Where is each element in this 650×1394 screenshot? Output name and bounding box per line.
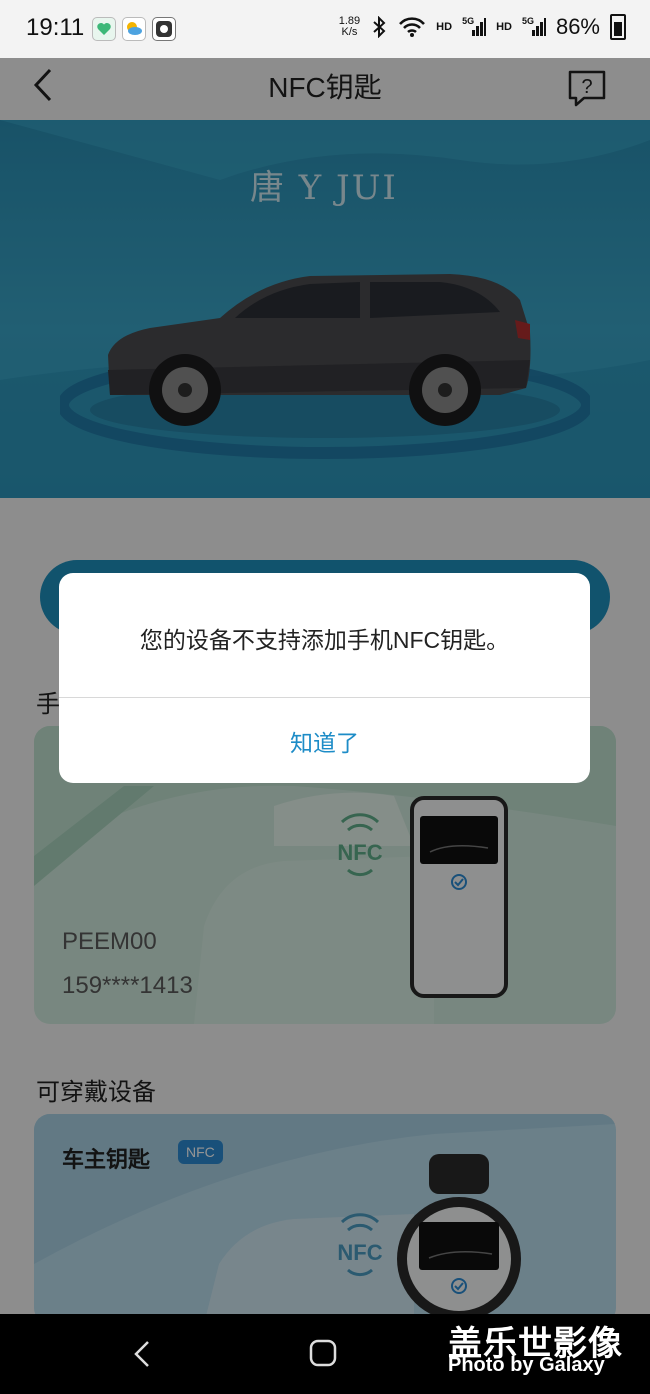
health-app-icon [92, 17, 116, 41]
wifi-icon [399, 17, 426, 37]
dialog-confirm-button[interactable]: 知道了 [59, 698, 590, 783]
signal-type-1: 5G [462, 16, 475, 26]
alert-dialog: 您的设备不支持添加手机NFC钥匙。 知道了 [59, 573, 590, 783]
hd-label-2: HD [496, 21, 512, 33]
home-icon [309, 1339, 337, 1367]
signal-icon-1: 5G [462, 16, 487, 38]
battery-icon [610, 14, 626, 40]
signal-type-2: 5G [521, 16, 534, 26]
hd-label-1: HD [436, 21, 453, 33]
system-home-button[interactable] [306, 1334, 340, 1372]
watermark-subtitle: Photo by Galaxy [448, 1354, 605, 1376]
dialog-message: 您的设备不支持添加手机NFC钥匙。 [139, 627, 510, 653]
weather-app-icon [122, 17, 146, 41]
camera-app-icon [152, 17, 176, 41]
bluetooth-icon [373, 16, 386, 38]
chevron-left-icon [134, 1341, 149, 1367]
battery-percent: 86% [555, 14, 600, 39]
net-speed: 1.89 K/s [339, 16, 360, 38]
net-speed-unit: K/s [341, 26, 358, 38]
status-right-group: 1.89 K/s HD 5G HD 5G 86% [339, 14, 626, 40]
signal-icon-2: 5G [522, 16, 546, 38]
system-back-button[interactable] [128, 1336, 158, 1372]
system-nav-bar: 盖乐世影像 Photo by Galaxy [0, 1314, 650, 1394]
status-time: 19:11 [26, 14, 85, 41]
status-bar: 19:11 1.89 K/s HD 5G HD 5G 86% [0, 0, 650, 58]
